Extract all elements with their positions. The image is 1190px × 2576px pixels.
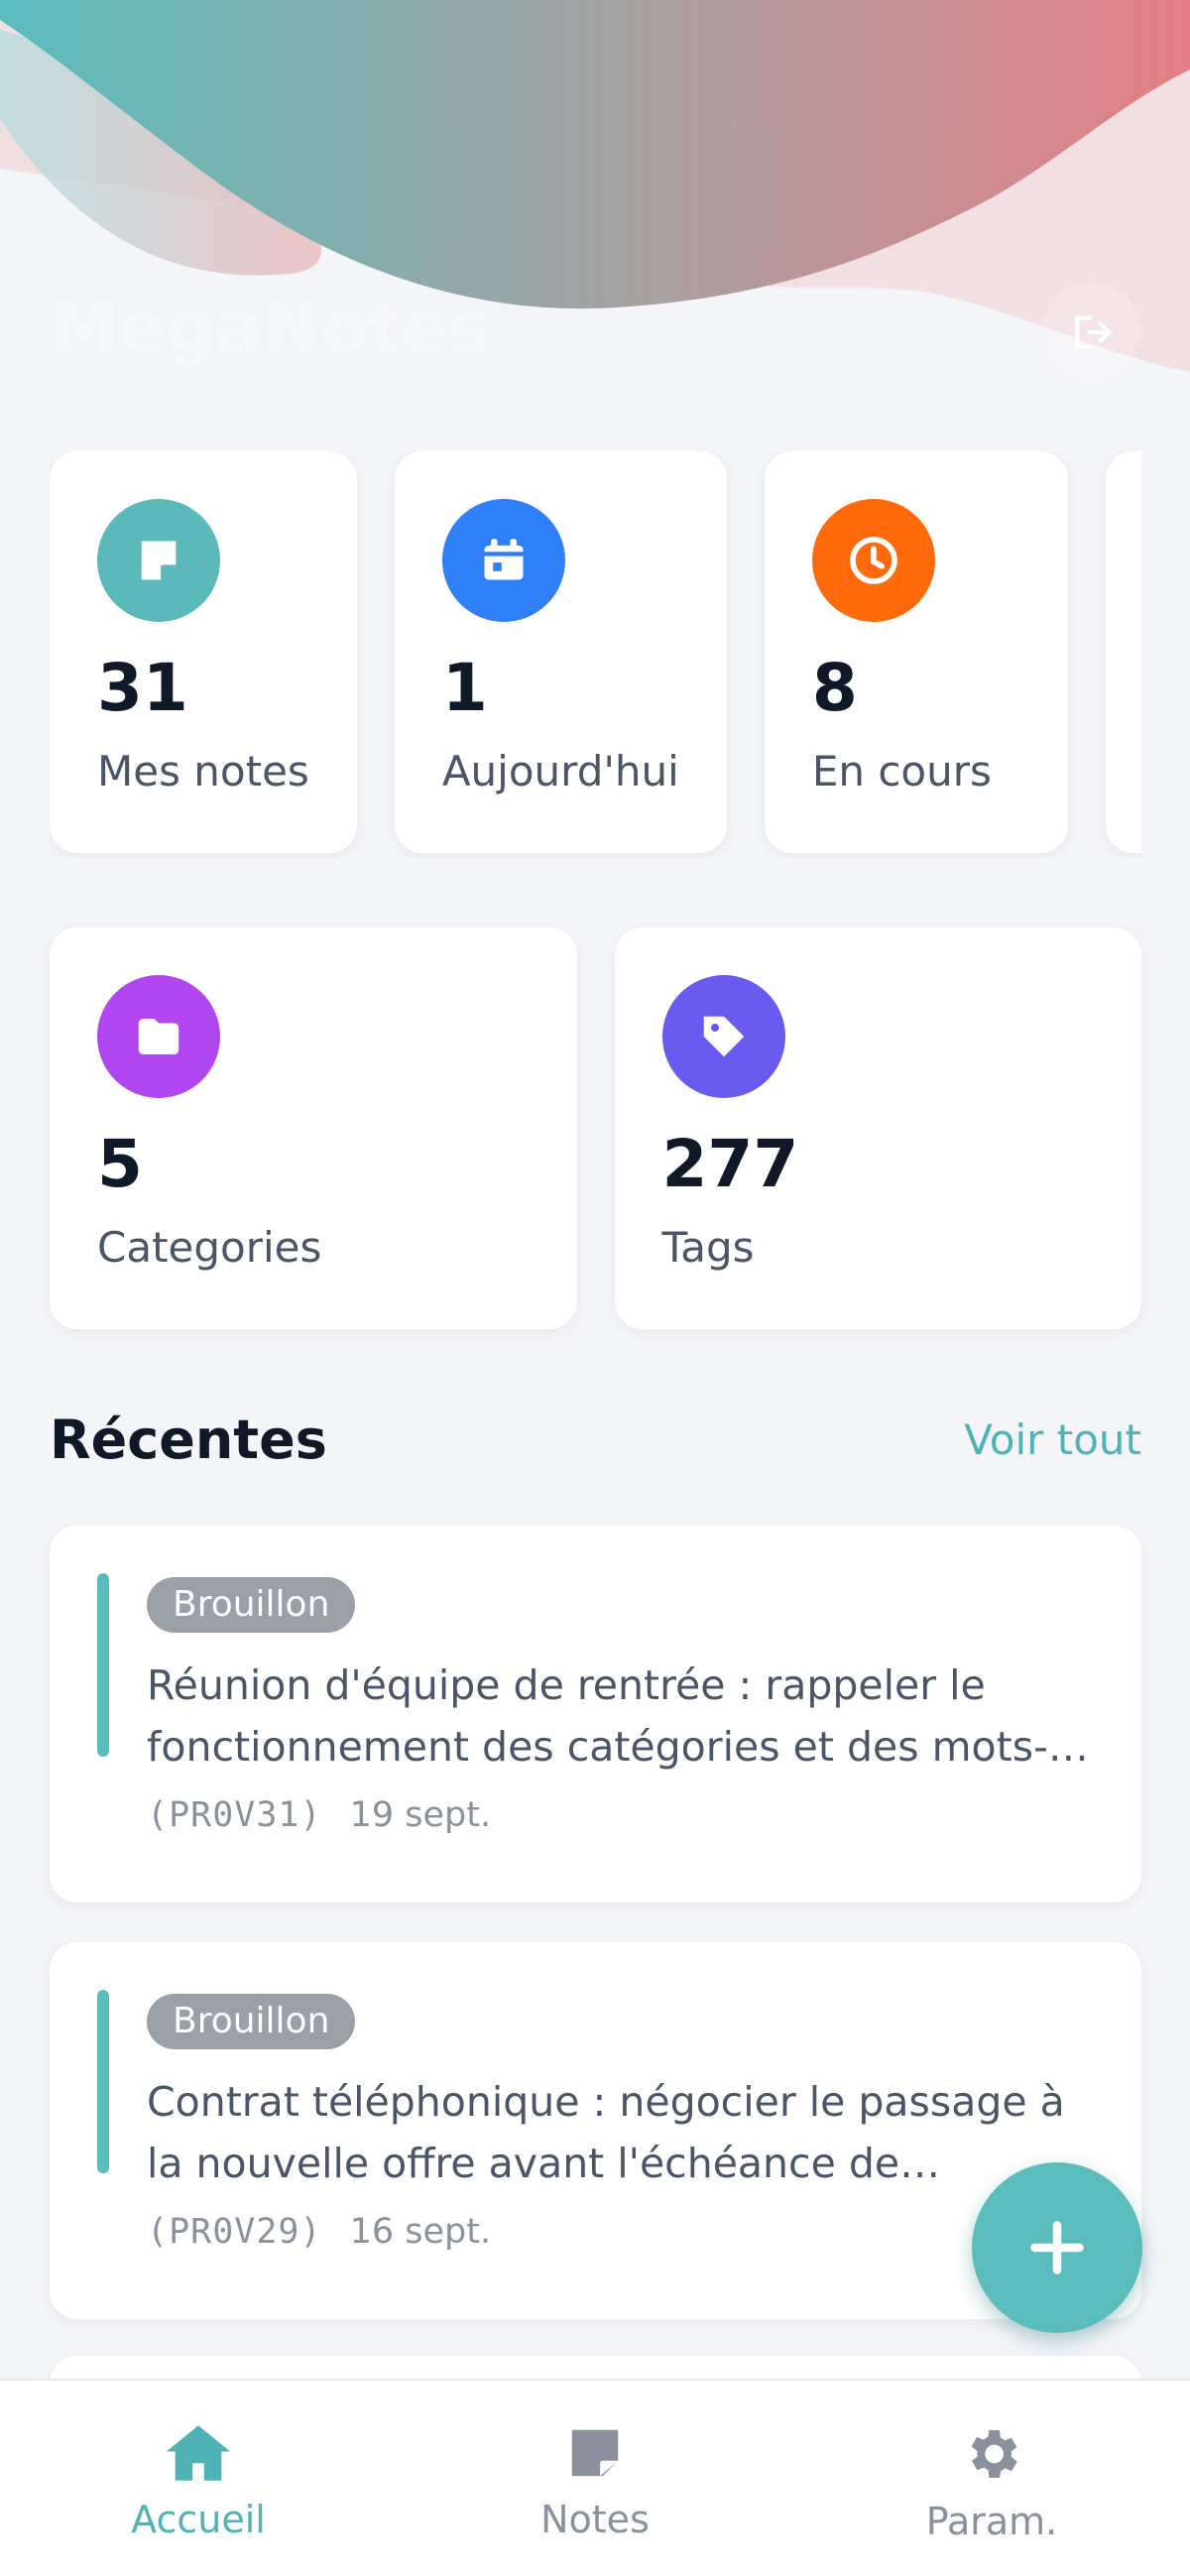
- status-badge: Brouillon: [147, 1994, 356, 2049]
- gear-icon: [971, 2430, 1017, 2478]
- note-date: 19 sept.: [349, 1795, 492, 1835]
- stat-label: Mes notes: [97, 747, 309, 796]
- tag-icon: [703, 1016, 744, 1057]
- folder-icon: [138, 1019, 179, 1054]
- home-icon: [166, 2425, 231, 2481]
- add-note-button[interactable]: [972, 2162, 1142, 2333]
- stat-value: 5: [97, 1126, 143, 1202]
- stat-icon-bg: [97, 499, 220, 622]
- note-code: (PR0V31): [147, 1795, 322, 1835]
- bottom-navigation: Accueil Notes Param.: [0, 2379, 1190, 2576]
- stat-card-categories[interactable]: 5 Categories: [50, 927, 577, 1329]
- stat-card-partial[interactable]: 1 V: [1105, 451, 1141, 853]
- clock-icon: [850, 537, 897, 584]
- categories-row: 5 Categories 277 Tags: [50, 927, 1141, 1329]
- nav-label: Accueil: [131, 2498, 266, 2541]
- nav-item-settings[interactable]: Param.: [843, 2422, 1140, 2543]
- stat-label: Categories: [97, 1223, 322, 1272]
- logout-button[interactable]: [1042, 283, 1141, 382]
- logout-icon: [1075, 315, 1113, 349]
- stat-value: 31: [97, 650, 188, 726]
- stat-card-in-progress[interactable]: 8 En cours: [764, 451, 1068, 853]
- note-date: 16 sept.: [349, 2212, 492, 2252]
- note-text: Contrat téléphonique : négocier le passa…: [147, 2078, 1065, 2187]
- plus-icon: [1030, 2221, 1084, 2274]
- stat-label: Aujourd'hui: [441, 747, 679, 796]
- stat-label: En cours: [811, 747, 992, 796]
- note-accent-bar: [97, 1990, 109, 2173]
- status-badge: Brouillon: [147, 1577, 356, 1633]
- stats-track: 31 Mes notes 1 Aujourd'hui 8 En cours: [50, 451, 1141, 853]
- stats-carousel[interactable]: 31 Mes notes 1 Aujourd'hui 8 En cours: [50, 451, 1141, 858]
- calendar-icon: [484, 539, 524, 580]
- stat-card-today[interactable]: 1 Aujourd'hui: [394, 451, 727, 853]
- nav-item-home[interactable]: Accueil: [50, 2422, 347, 2541]
- note-icon: [141, 541, 177, 580]
- stat-card-tags[interactable]: 277 Tags: [614, 927, 1141, 1329]
- stat-value: 1: [441, 650, 488, 726]
- nav-item-notes[interactable]: Notes: [446, 2422, 744, 2541]
- stat-value: 8: [811, 650, 858, 726]
- app-title: MegaNotes: [50, 288, 490, 369]
- stat-value: 277: [661, 1126, 799, 1202]
- recent-section-header: Récentes Voir tout: [50, 1409, 1141, 1471]
- recent-title: Récentes: [50, 1409, 327, 1471]
- stat-icon-bg: [97, 975, 220, 1098]
- see-all-link[interactable]: Voir tout: [964, 1415, 1141, 1464]
- note-card[interactable]: Brouillon Réunion d'équipe de rentrée : …: [50, 1526, 1141, 1902]
- stat-icon-bg: [811, 499, 935, 622]
- stat-icon-bg: [441, 499, 565, 622]
- stat-label: Tags: [661, 1223, 755, 1272]
- note-text: Réunion d'équipe de rentrée : rappeler l…: [147, 1661, 1048, 1771]
- note-code: (PR0V29): [147, 2212, 322, 2252]
- stat-card-notes[interactable]: 31 Mes notes: [50, 451, 357, 853]
- home-screen: MegaNotes 31 Mes notes 1 Aujourd'hui 8 E…: [0, 0, 1190, 2576]
- nav-label: Param.: [925, 2500, 1058, 2543]
- note-meta: (PR0V31) 19 sept.: [147, 1795, 491, 1835]
- nav-label: Notes: [540, 2498, 650, 2541]
- note-accent-bar: [97, 1573, 109, 1757]
- stat-icon-bg: [661, 975, 785, 1098]
- note-meta: (PR0V29) 16 sept.: [147, 2212, 491, 2252]
- note-icon: [571, 2429, 619, 2477]
